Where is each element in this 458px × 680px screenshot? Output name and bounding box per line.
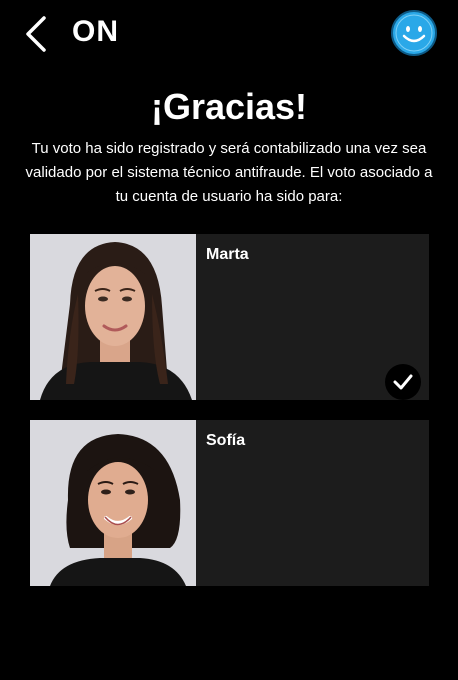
candidate-name: Sofía <box>206 432 246 449</box>
profile-button[interactable] <box>390 9 438 57</box>
candidate-card-sofia[interactable]: Sofía <box>30 420 429 586</box>
checkmark-icon <box>393 374 413 390</box>
back-button[interactable] <box>22 14 50 54</box>
brand-logo: ON <box>72 15 119 48</box>
confirmation-message: Tu voto ha sido registrado y será contab… <box>25 140 433 205</box>
candidate-photo <box>30 420 196 586</box>
page-title: ¡Gracias! <box>150 86 308 127</box>
candidate-card-marta[interactable]: Marta <box>30 234 429 400</box>
top-bar: ON <box>0 0 458 66</box>
candidate-photo <box>30 234 196 400</box>
selected-check-badge <box>385 364 421 400</box>
chevron-left-icon <box>26 16 46 52</box>
candidate-name: Marta <box>206 246 249 263</box>
smiley-icon <box>391 10 437 56</box>
